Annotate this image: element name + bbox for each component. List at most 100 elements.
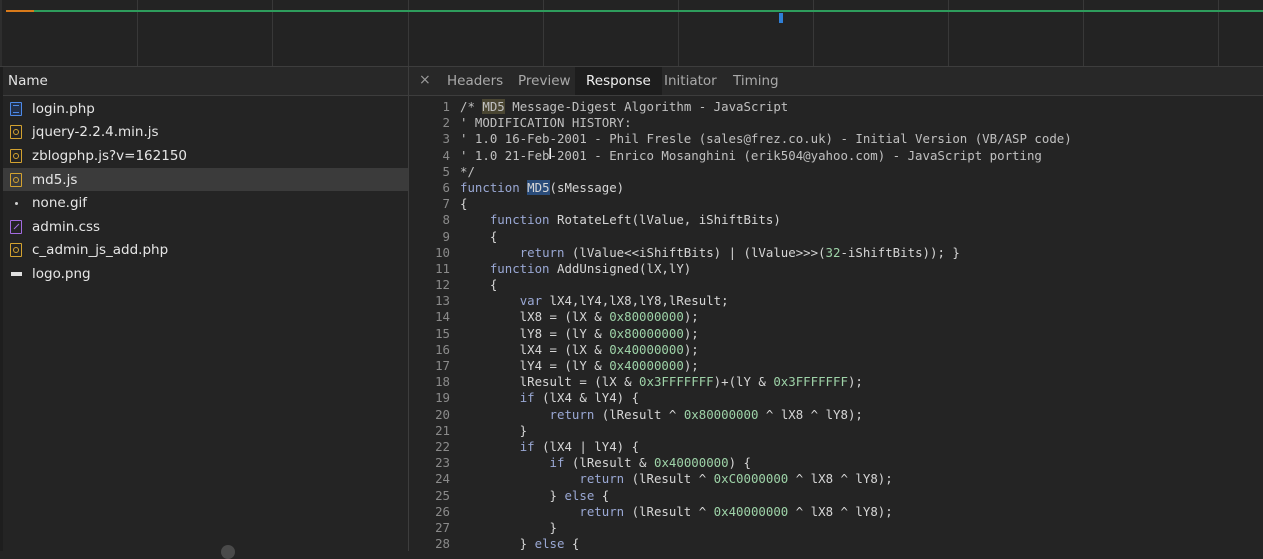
text-cursor-icon: I	[548, 145, 553, 163]
tab-response[interactable]: Response	[575, 67, 662, 95]
request-row[interactable]: c_admin_js_add.php	[0, 239, 408, 263]
request-row[interactable]: zblogphp.js?v=162150	[0, 144, 408, 168]
code-text: var lX4,lY4,lX8,lY8,lResult;	[519, 293, 729, 309]
line-number: 4	[442, 147, 450, 163]
request-list-panel: Name login.php jquery-2.2.4.min.js zblogph…	[0, 67, 409, 559]
request-name: logo.png	[32, 265, 91, 282]
code-line: 11 function AddUnsigned(lX,lY)	[409, 261, 1263, 277]
request-name: admin.css	[32, 218, 101, 235]
timeline-request-marker	[779, 13, 783, 23]
code-text: if (lResult & 0x40000000) {	[549, 455, 751, 471]
code-text: if (lX4 | lY4) {	[519, 438, 640, 454]
code-text: return (lResult ^ 0x80000000 ^ lX8 ^ lY8…	[549, 406, 863, 422]
line-number: 1	[442, 99, 450, 114]
tab-initiator[interactable]: Initiator	[653, 67, 728, 95]
request-row[interactable]: md5.js	[0, 167, 408, 192]
code-line: 25 } else {	[409, 488, 1263, 504]
request-name: none.gif	[32, 195, 88, 212]
code-line: 19 if (lX4 & lY4) {	[409, 390, 1263, 406]
code-line: 22 if (lX4 | lY4) {	[409, 439, 1263, 455]
code-line: 24 return (lResult ^ 0xC0000000 ^ lX8 ^ …	[409, 471, 1263, 487]
line-number: 23	[435, 455, 450, 471]
line-number: 15	[435, 325, 450, 341]
code-line: 15 lY8 = (lY & 0x80000000);	[409, 326, 1263, 342]
image-icon	[10, 196, 22, 210]
line-number: 24	[435, 471, 450, 487]
code-text: if (lX4 & lY4) {	[519, 390, 640, 406]
code-line: 6 function MD5(sMessage)	[409, 179, 1263, 196]
line-number: 18	[435, 374, 450, 390]
line-number: 16	[435, 341, 450, 357]
script-icon	[10, 148, 22, 163]
line-number: 3	[442, 131, 450, 147]
code-line: 26 return (lResult ^ 0x40000000 ^ lX8 ^ …	[409, 504, 1263, 520]
close-icon[interactable]: ×	[419, 72, 431, 88]
request-details-panel: × Headers Preview Response Initiator Tim…	[409, 67, 1263, 551]
line-number: 2	[442, 115, 450, 131]
code-text: */	[460, 163, 475, 179]
code-text: function RotateLeft(lValue, iShiftBits)	[489, 212, 781, 228]
request-name: c_admin_js_add.php	[32, 242, 169, 259]
request-name: login.php	[32, 100, 95, 117]
network-overview-timeline[interactable]	[0, 0, 1263, 67]
line-number: 22	[435, 438, 450, 454]
request-row[interactable]: jquery-2.2.4.min.js	[0, 121, 408, 145]
line-number: 7	[442, 196, 450, 212]
code-line: 23 if (lResult & 0x40000000) {	[409, 455, 1263, 471]
request-row[interactable]: logo.png	[0, 262, 408, 286]
line-number: 17	[435, 358, 450, 373]
line-number: 26	[435, 503, 450, 519]
code-text: return (lValue<<iShiftBits) | (lValue>>>…	[519, 244, 960, 260]
code-text: {	[460, 228, 498, 244]
code-text: lY8 = (lY & 0x80000000);	[460, 325, 699, 341]
line-number: 20	[435, 406, 450, 422]
code-line: 3 ' 1.0 16-Feb-2001 - Phil Fresle (sales@…	[409, 131, 1263, 147]
line-number: 25	[435, 487, 450, 503]
tab-timing[interactable]: Timing	[722, 67, 790, 95]
code-line: 5 */	[409, 164, 1263, 180]
code-line: 8 function RotateLeft(lValue, iShiftBits…	[409, 212, 1263, 228]
code-text: lY4 = (lY & 0x40000000);	[460, 358, 699, 373]
code-line: 9 {	[409, 229, 1263, 245]
tab-preview[interactable]: Preview	[507, 67, 582, 95]
code-line: 13 var lX4,lY4,lX8,lY8,lResult;	[409, 293, 1263, 309]
request-list: login.php jquery-2.2.4.min.js zblogphp.js?…	[0, 97, 408, 286]
code-line: 16 lX4 = (lX & 0x40000000);	[409, 342, 1263, 358]
code-line: 14 lX8 = (lX & 0x80000000);	[409, 309, 1263, 325]
line-number: 11	[435, 260, 450, 276]
request-name: md5.js	[32, 171, 78, 188]
image-icon	[10, 268, 22, 280]
panel-left-border	[0, 67, 3, 551]
document-icon	[10, 101, 22, 116]
line-number: 27	[435, 519, 450, 535]
code-line: 10 return (lValue<<iShiftBits) | (lValue…	[409, 245, 1263, 261]
code-text: /* MD5 Message-Digest Algorithm - JavaSc…	[460, 99, 789, 114]
stylesheet-icon	[10, 219, 22, 234]
request-row[interactable]: login.php	[0, 97, 408, 121]
request-row[interactable]: none.gif	[0, 191, 408, 215]
code-line: 21 }	[409, 423, 1263, 439]
code-line: 17 lY4 = (lY & 0x40000000);	[409, 358, 1263, 374]
code-text: return (lResult ^ 0xC0000000 ^ lX8 ^ lY8…	[579, 471, 893, 487]
name-column-label: Name	[8, 73, 48, 89]
code-line: 7{	[409, 196, 1263, 212]
timeline-request-bar-orange	[6, 10, 34, 12]
code-text: function AddUnsigned(lX,lY)	[489, 260, 692, 276]
code-line: 18 lResult = (lX & 0x3FFFFFFF)+(lY & 0x3…	[409, 374, 1263, 390]
tab-headers[interactable]: Headers	[436, 67, 514, 95]
line-number: 8	[442, 212, 450, 228]
code-line: 4 ' 1.0 21-Feb-2001 - Enrico Mosanghini (…	[409, 148, 1263, 164]
line-number: 13	[435, 293, 450, 309]
line-number: 28	[435, 536, 450, 552]
code-text: } else {	[460, 536, 580, 552]
script-icon	[10, 125, 22, 140]
line-number: 6	[442, 179, 450, 195]
details-tab-bar: × Headers Preview Response Initiator Tim…	[409, 67, 1263, 96]
response-source-viewer[interactable]: 1 /* MD5 Message-Digest Algorithm - JavaS…	[409, 99, 1263, 551]
scrollbar-thumb[interactable]	[221, 545, 235, 559]
code-text: } else {	[460, 487, 610, 503]
name-column-header[interactable]: Name	[0, 67, 408, 96]
request-row[interactable]: admin.css	[0, 215, 408, 239]
script-icon	[10, 172, 22, 187]
line-number: 14	[435, 309, 450, 325]
